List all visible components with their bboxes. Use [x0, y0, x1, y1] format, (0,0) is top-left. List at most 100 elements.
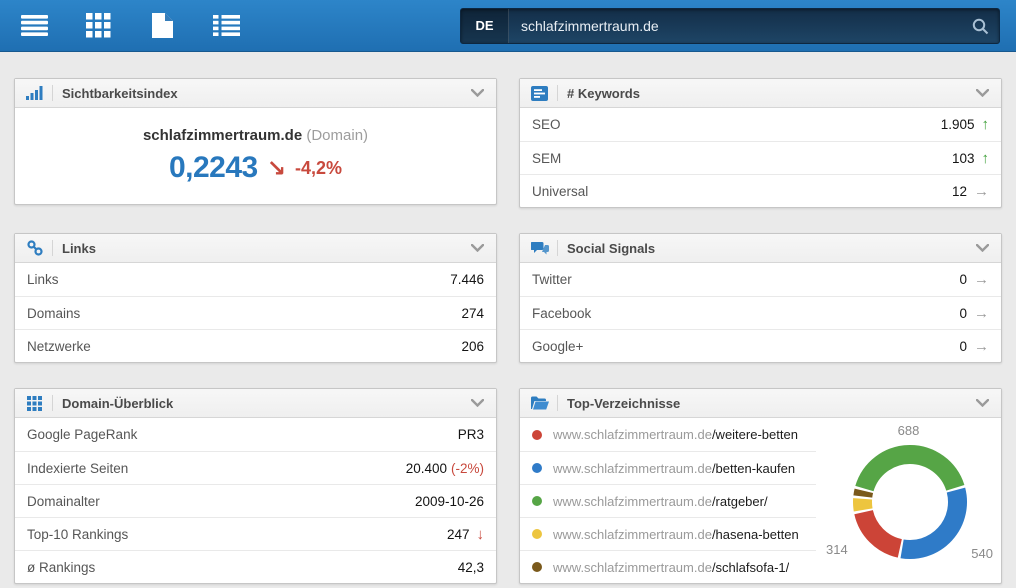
directory-row[interactable]: www.schlafzimmertraum.de/ratgeber/	[520, 484, 816, 517]
directory-url: www.schlafzimmertraum.de/weitere-betten	[553, 427, 798, 442]
widget-header: Sichtbarkeitsindex	[15, 79, 496, 108]
chevron-down-icon[interactable]	[469, 242, 486, 254]
stat-row-universal[interactable]: Universal 12	[520, 174, 1001, 207]
stat-row-top10-rankings: Top-10 Rankings 247	[15, 517, 496, 550]
row-value: 103	[951, 150, 975, 166]
directory-url: www.schlafzimmertraum.de/ratgeber/	[553, 493, 768, 509]
stat-row-netzwerke[interactable]: Netzwerke 206	[15, 329, 496, 362]
row-label: Top-10 Rankings	[27, 526, 129, 542]
visibility-body: schlafzimmertraum.de (Domain) 0,2243 ↘ -…	[15, 108, 496, 204]
directory-list: www.schlafzimmertraum.de/weitere-betten …	[520, 418, 816, 583]
header-divider	[557, 395, 558, 411]
search-icon[interactable]	[972, 18, 989, 35]
document-icon[interactable]	[130, 0, 194, 52]
widget-header: Social Signals	[520, 234, 1001, 263]
widget-title: Top-Verzeichnisse	[567, 395, 681, 411]
domain-type-label: (Domain)	[306, 127, 369, 144]
chevron-down-icon[interactable]	[469, 87, 486, 99]
row-label: Links	[27, 272, 59, 287]
stat-row-seo[interactable]: SEO 1.905	[520, 108, 1001, 141]
stat-row-domains[interactable]: Domains 274	[15, 296, 496, 329]
up-arrow-icon	[982, 117, 990, 132]
widget-visibility-index: Sichtbarkeitsindex schlafzimmertraum.de …	[14, 78, 497, 205]
row-label: Facebook	[532, 305, 592, 321]
row-label: Domainalter	[27, 493, 100, 509]
stat-rows: SEO 1.905 SEM 103 Universal 12	[520, 108, 1001, 207]
list-icon[interactable]	[194, 0, 258, 52]
widget-header: Top-Verzeichnisse	[520, 389, 1001, 418]
country-selector[interactable]: DE	[461, 9, 509, 43]
apps-grid-icon[interactable]	[66, 0, 130, 52]
header-divider	[557, 85, 558, 101]
stat-rows: Google PageRank PR3 Indexierte Seiten 20…	[15, 418, 496, 583]
directory-url: www.schlafzimmertraum.de/betten-kaufen	[553, 460, 796, 476]
search-input[interactable]	[509, 18, 972, 34]
row-value: 247	[446, 526, 470, 542]
visibility-index-value: 0,2243	[168, 151, 258, 184]
right-arrow-icon	[974, 339, 989, 354]
stat-rows: Twitter 0 Facebook 0 Google+ 0	[520, 263, 1001, 362]
widget-social-signals: Social Signals Twitter 0 Facebook 0 Goog…	[519, 233, 1002, 363]
stat-row-twitter[interactable]: Twitter 0	[520, 263, 1001, 296]
chevron-down-icon[interactable]	[974, 87, 991, 99]
keyword-list-icon	[530, 84, 549, 103]
bar-chart-icon	[25, 84, 44, 103]
header-divider	[557, 240, 558, 256]
row-label: SEO	[532, 117, 561, 132]
up-arrow-icon	[982, 151, 990, 166]
chevron-down-icon[interactable]	[974, 397, 991, 409]
legend-dot-brown	[532, 562, 542, 572]
chevron-down-icon[interactable]	[469, 397, 486, 409]
directory-url: www.schlafzimmertraum.de/hasena-betten	[553, 526, 799, 542]
right-arrow-icon	[974, 272, 989, 287]
widget-title: Sichtbarkeitsindex	[62, 85, 178, 101]
row-value: 2009-10-26	[414, 493, 484, 509]
chevron-down-icon[interactable]	[974, 242, 991, 254]
row-value: 1.905	[940, 117, 975, 132]
legend-dot-blue	[532, 463, 542, 473]
main-nav	[2, 0, 258, 52]
legend-dot-red	[532, 429, 542, 440]
change-percent: (-2%)	[451, 460, 484, 476]
header-divider	[52, 395, 53, 411]
link-icon	[25, 239, 44, 258]
visibility-change-percent: -4,2%	[295, 157, 343, 178]
directory-url: www.schlafzimmertraum.de/schlafsofa-1/	[553, 559, 790, 575]
row-label: SEM	[532, 150, 562, 166]
header-divider	[52, 85, 53, 101]
directory-row[interactable]: www.schlafzimmertraum.de/betten-kaufen	[520, 451, 816, 484]
stat-row-domain-age: Domainalter 2009-10-26	[15, 484, 496, 517]
visibility-domain: schlafzimmertraum.de (Domain)	[143, 127, 368, 144]
menu-icon[interactable]	[2, 0, 66, 52]
widget-domain-overview: Domain-Überblick Google PageRank PR3 Ind…	[14, 388, 497, 584]
donut-label-red: 314	[826, 542, 848, 557]
top-header: DE	[0, 0, 1016, 52]
row-value: 12	[951, 183, 967, 199]
stat-row-facebook[interactable]: Facebook 0	[520, 296, 1001, 329]
chat-bubbles-icon	[530, 239, 549, 258]
row-value: 206	[461, 338, 484, 354]
domain-search: DE	[460, 8, 1000, 44]
folder-open-icon	[530, 394, 549, 413]
widget-header: # Keywords	[520, 79, 1001, 108]
donut-chart: 688 540 314	[816, 418, 1001, 583]
stat-row-avg-rankings: ø Rankings 42,3	[15, 550, 496, 583]
trend-down-right-icon: ↘	[266, 154, 286, 181]
directory-row[interactable]: www.schlafzimmertraum.de/hasena-betten	[520, 517, 816, 550]
legend-dot-yellow	[532, 529, 542, 539]
widget-title: Links	[62, 240, 96, 256]
stat-row-googleplus[interactable]: Google+ 0	[520, 329, 1001, 362]
stat-row-links[interactable]: Links 7.446	[15, 263, 496, 296]
dashboard-grid: Sichtbarkeitsindex schlafzimmertraum.de …	[0, 52, 1016, 584]
widget-header: Links	[15, 234, 496, 263]
row-value: 274	[461, 305, 484, 321]
widget-header: Domain-Überblick	[15, 389, 496, 418]
stat-row-sem[interactable]: SEM 103	[520, 141, 1001, 174]
directory-row[interactable]: www.schlafzimmertraum.de/weitere-betten	[520, 418, 816, 451]
directory-row[interactable]: www.schlafzimmertraum.de/schlafsofa-1/	[520, 550, 816, 583]
widget-links: Links Links 7.446 Domains 274 Netzwerke …	[14, 233, 497, 363]
row-value: 0	[959, 305, 967, 321]
donut-label-blue: 540	[971, 546, 993, 561]
widget-title: Social Signals	[567, 240, 656, 256]
down-arrow-icon	[477, 527, 485, 542]
